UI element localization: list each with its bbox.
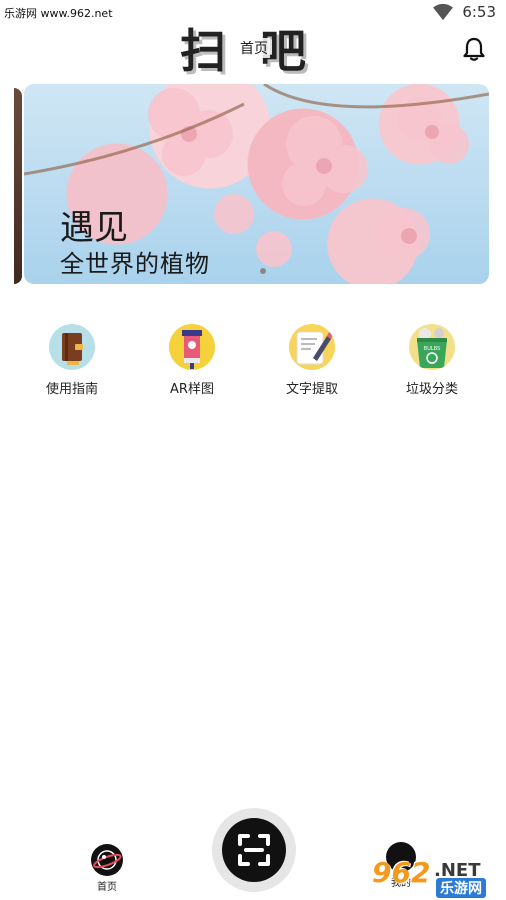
watermark-number: 962 <box>372 856 431 889</box>
feature-label: 垃圾分类 <box>405 382 458 397</box>
text-extract-icon <box>289 324 335 370</box>
carousel-dot <box>260 268 266 274</box>
watermark-text: 乐游网 www.962.net <box>4 7 113 20</box>
nav-home-label: 首页 <box>97 882 117 893</box>
home-planet-icon <box>91 844 123 876</box>
watermark-sub: 乐游网 <box>436 878 486 898</box>
banner-subtitle: 全世界的植物 <box>60 250 210 278</box>
carousel-indicator <box>260 268 266 274</box>
ar-sample-icon <box>169 324 215 370</box>
watermark-logo: 962 .NET 乐游网 <box>368 856 500 898</box>
wifi-icon <box>433 3 454 21</box>
banner-carousel[interactable]: 遇见 全世界的植物 <box>24 84 489 284</box>
bottom-navigation: 首页 我的 962 .NET 乐游网 <box>0 808 506 900</box>
feature-garbage-sort[interactable]: BULBS 垃圾分类 <box>382 324 482 397</box>
scan-button[interactable] <box>212 808 296 892</box>
feature-grid: 使用指南 AR样图 文字提取 BULBS 垃圾分类 <box>0 324 506 404</box>
status-time: 6:53 <box>462 3 496 21</box>
bell-icon[interactable] <box>462 36 486 62</box>
status-bar: 乐游网 www.962.net 6:53 <box>0 0 506 26</box>
feature-label: 文字提取 <box>285 382 338 397</box>
feature-label: 使用指南 <box>45 382 98 397</box>
feature-guide[interactable]: 使用指南 <box>22 324 122 397</box>
svg-text:BULBS: BULBS <box>424 346 440 352</box>
banner-title: 遇见 <box>60 208 128 248</box>
banner-previous-slide[interactable] <box>14 88 22 284</box>
feature-ar-sample[interactable]: AR样图 <box>142 324 242 397</box>
nav-home[interactable]: 首页 <box>90 844 124 893</box>
feature-label: AR样图 <box>170 382 214 397</box>
scan-icon <box>222 818 286 882</box>
app-header: 扫吧 首页 <box>0 24 506 82</box>
page-title: 首页 <box>238 38 270 58</box>
garbage-sort-icon: BULBS <box>409 324 455 370</box>
guide-book-icon <box>49 324 95 370</box>
feature-text-extract[interactable]: 文字提取 <box>262 324 362 397</box>
